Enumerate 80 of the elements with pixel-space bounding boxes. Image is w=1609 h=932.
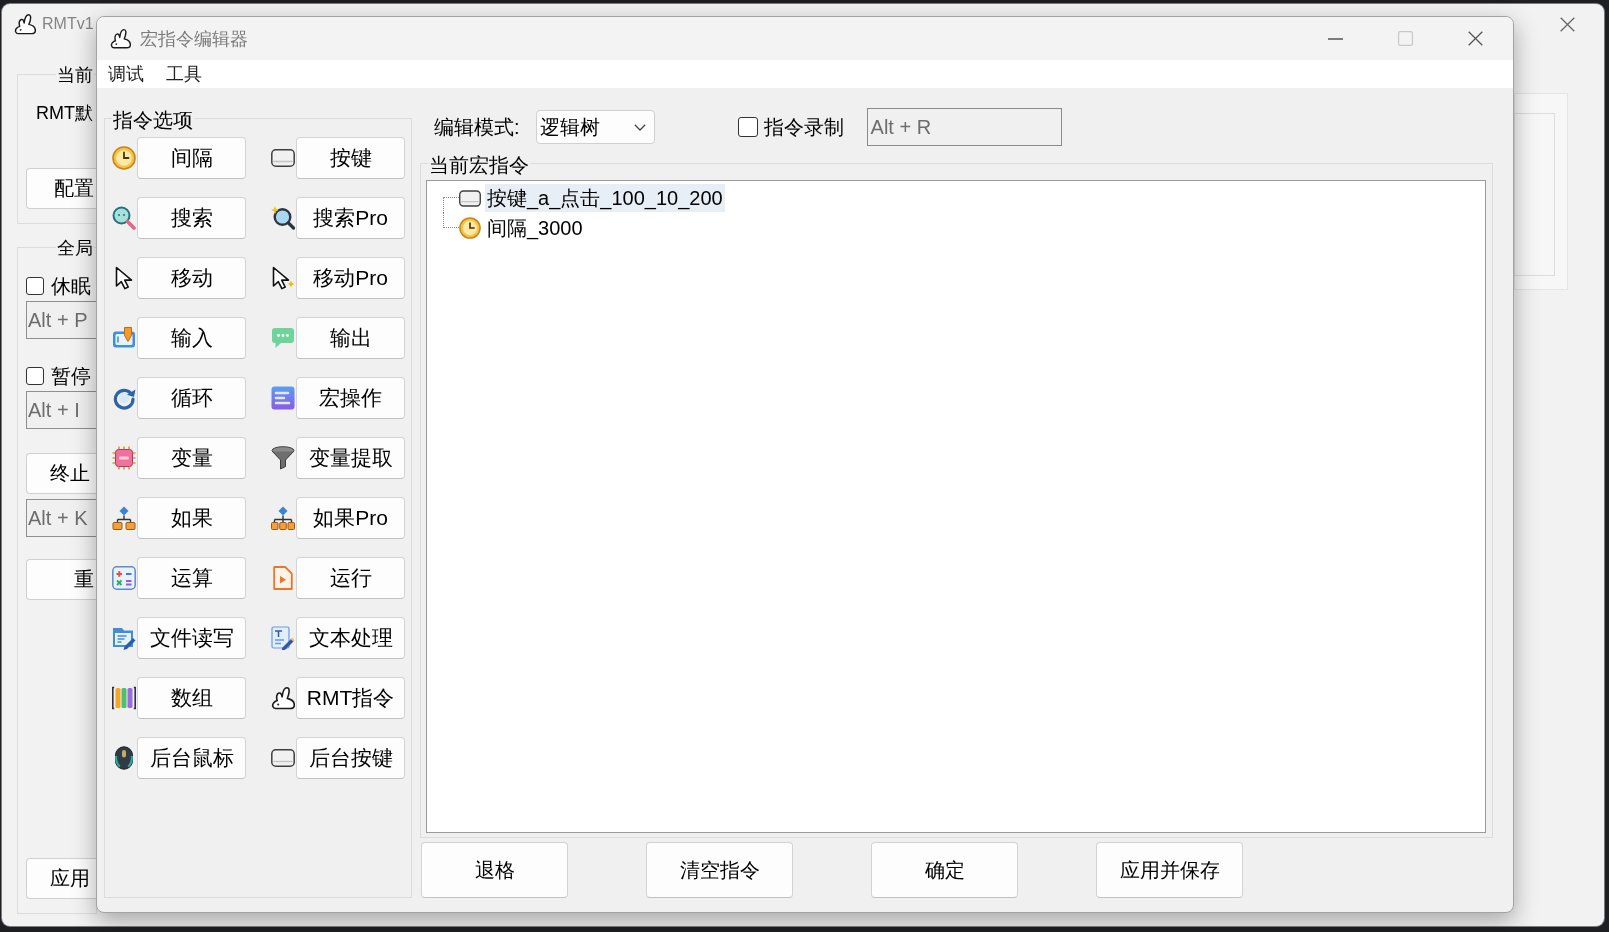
document-pen-icon — [271, 626, 295, 650]
chat-bubble-icon — [271, 327, 295, 349]
checkbox[interactable] — [737, 117, 758, 137]
command-button[interactable]: 运行 — [296, 557, 405, 599]
flowchart-icon — [271, 506, 295, 530]
rabbit-icon — [271, 686, 295, 710]
checkbox-label: 指令录制 — [763, 115, 844, 139]
calculator-icon — [112, 566, 136, 590]
keycap-icon — [271, 149, 295, 167]
group-title: 当前宏指令 — [428, 155, 530, 175]
command-button[interactable]: 变量 — [137, 437, 246, 479]
field-label: 编辑模式: — [434, 115, 520, 139]
command-button[interactable]: 运算 — [137, 557, 246, 599]
play-file-icon — [273, 566, 293, 590]
chip-icon — [112, 446, 136, 470]
apply-save-button[interactable]: 应用并保存 — [1096, 842, 1243, 898]
command-button[interactable]: 宏操作 — [296, 377, 405, 419]
input-box-icon — [112, 326, 136, 350]
command-button[interactable]: 如果Pro — [296, 497, 405, 539]
confirm-button[interactable]: 确定 — [871, 842, 1018, 898]
command-button[interactable]: 输出 — [296, 317, 405, 359]
rabbit-icon — [110, 28, 131, 49]
command-button[interactable]: 文件读写 — [137, 617, 246, 659]
tree-item[interactable]: 按键_a_点击_100_10_200 — [485, 184, 725, 212]
stop-button[interactable]: 终止 — [26, 453, 96, 494]
clear-button[interactable]: 清空指令 — [646, 842, 793, 898]
rabbit-icon — [14, 13, 36, 35]
group-title: 指令选项 — [112, 110, 194, 130]
mouse-icon — [114, 746, 134, 770]
list-icon — [271, 386, 295, 410]
flowchart-icon — [112, 506, 136, 530]
command-button[interactable]: 移动 — [137, 257, 246, 299]
close-icon — [1559, 16, 1575, 32]
command-button[interactable]: 变量提取 — [296, 437, 405, 479]
maximize-icon — [1397, 31, 1413, 46]
command-button[interactable]: 搜索Pro — [296, 197, 405, 239]
checkbox-label: 休眠 — [51, 275, 91, 297]
magnifier-icon — [112, 206, 136, 230]
keycap-icon — [459, 189, 481, 207]
command-button[interactable]: 数组 — [137, 677, 246, 719]
command-button[interactable]: 输入 — [137, 317, 246, 359]
group-title: 全局 — [56, 238, 94, 258]
command-button[interactable]: 如果 — [137, 497, 246, 539]
command-button[interactable]: 按键 — [296, 137, 405, 179]
array-bars-icon — [112, 686, 136, 710]
profile-name: RMT默 — [36, 102, 93, 124]
clock-icon — [112, 146, 136, 170]
menu-item[interactable]: 工具 — [155, 60, 213, 88]
minimize-icon — [1327, 37, 1343, 40]
clock-icon — [459, 217, 481, 239]
command-button[interactable]: RMT指令 — [296, 677, 405, 719]
group-title: 当前 — [56, 65, 94, 85]
command-button[interactable]: 后台按键 — [296, 737, 405, 779]
circular-arrow-icon — [112, 386, 136, 410]
action-button[interactable]: 重 — [26, 559, 96, 600]
close-icon — [1467, 31, 1483, 46]
backspace-button[interactable]: 退格 — [421, 842, 568, 898]
checkbox[interactable] — [26, 277, 44, 295]
file-pen-icon — [112, 626, 136, 650]
cursor-icon — [114, 266, 134, 290]
command-button[interactable]: 循环 — [137, 377, 246, 419]
command-button[interactable]: 间隔 — [137, 137, 246, 179]
command-button[interactable]: 移动Pro — [296, 257, 405, 299]
mode-dropdown[interactable]: 逻辑树 — [535, 110, 655, 144]
window-title: 宏指令编辑器 — [140, 27, 248, 50]
checkbox-label: 暂停 — [51, 365, 91, 387]
menu-item[interactable]: 调试 — [97, 60, 155, 88]
caret-icon — [633, 123, 646, 131]
command-button[interactable]: 搜索 — [137, 197, 246, 239]
cursor-sparkle-icon — [271, 266, 295, 290]
funnel-icon — [271, 446, 295, 470]
magnifier-sparkle-icon — [271, 206, 295, 230]
checkbox[interactable] — [26, 367, 44, 385]
keycap-icon — [271, 749, 295, 767]
tree-item[interactable]: 间隔_3000 — [485, 214, 585, 242]
command-button[interactable]: 后台鼠标 — [137, 737, 246, 779]
command-button[interactable]: 文本处理 — [296, 617, 405, 659]
window-title: RMTv1 — [42, 14, 94, 34]
apply-button[interactable]: 应用 — [26, 858, 96, 899]
config-button[interactable]: 配置 — [26, 168, 96, 209]
